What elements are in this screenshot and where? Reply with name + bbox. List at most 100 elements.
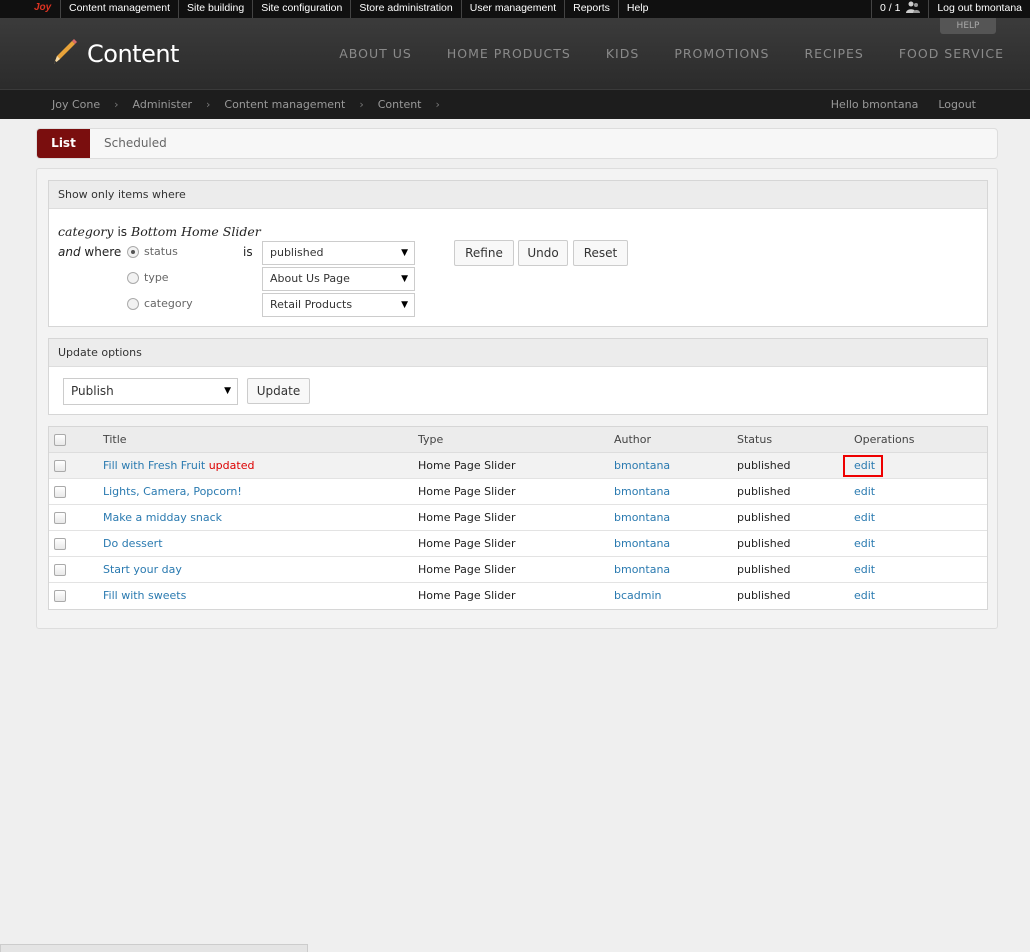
row-checkbox[interactable] [54, 590, 66, 602]
breadcrumb-item-content-management[interactable]: Content management [224, 98, 345, 111]
online-users[interactable]: 0 / 1 [870, 0, 928, 18]
row-status: published [737, 485, 791, 498]
nav-item-about-us[interactable]: ABOUT US [339, 46, 412, 61]
tab-scheduled[interactable]: Scheduled [104, 129, 167, 158]
breadcrumb-bar: Joy Cone › Administer › Content management… [0, 89, 1030, 119]
reset-button[interactable]: Reset [573, 240, 628, 266]
and-where-label: and where [58, 245, 121, 259]
filter-radio-category[interactable]: category [127, 297, 193, 310]
breadcrumb-item-administer[interactable]: Administer [133, 98, 192, 111]
type-select[interactable]: About Us Page ▼ [262, 267, 415, 291]
table-header: Title Type Author Status Operations [49, 427, 987, 453]
row-type: Home Page Slider [418, 511, 516, 524]
admin-menu-item-user-management[interactable]: User management [460, 0, 564, 18]
row-checkbox[interactable] [54, 460, 66, 472]
select-all-checkbox[interactable] [54, 434, 66, 446]
row-edit-link[interactable]: edit [854, 453, 875, 479]
row-type: Home Page Slider [418, 485, 516, 498]
current-filter-is: is [117, 225, 128, 239]
column-header-operations: Operations [854, 433, 915, 446]
admin-menu: Content management Site building Site co… [60, 0, 656, 18]
joy-logo-icon[interactable]: Joy [34, 2, 51, 13]
row-title-link[interactable]: Start your day [103, 557, 182, 583]
row-author-link[interactable]: bmontana [614, 453, 670, 479]
row-type: Home Page Slider [418, 589, 516, 602]
refine-button[interactable]: Refine [454, 240, 514, 266]
radio-button[interactable] [127, 271, 139, 284]
admin-menu-item-site-building[interactable]: Site building [177, 0, 252, 18]
logout-link[interactable]: Logout [938, 98, 976, 111]
filter-radio-status[interactable]: status [127, 245, 178, 258]
filter-radio-type[interactable]: type [127, 271, 169, 284]
help-tab[interactable]: HELP [940, 18, 996, 34]
admin-menu-item-content-management[interactable]: Content management [60, 0, 178, 18]
row-author-link[interactable]: bmontana [614, 557, 670, 583]
row-title-link[interactable]: Do dessert [103, 531, 163, 557]
nav-item-kids[interactable]: KIDS [606, 46, 639, 61]
row-title-link[interactable]: Lights, Camera, Popcorn! [103, 479, 242, 505]
row-checkbox[interactable] [54, 486, 66, 498]
row-title-link[interactable]: Make a midday snack [103, 505, 222, 531]
where-label: where [84, 245, 122, 259]
row-status: published [737, 537, 791, 550]
status-select[interactable]: published ▼ [262, 241, 415, 265]
hello-user-link[interactable]: Hello bmontana [831, 98, 919, 111]
browser-status-bar [0, 944, 308, 952]
admin-menu-item-reports[interactable]: Reports [564, 0, 618, 18]
column-header-title[interactable]: Title [103, 427, 127, 453]
filter-legend[interactable]: Show only items where [49, 181, 987, 209]
nav-item-promotions[interactable]: PROMOTIONS [674, 46, 769, 61]
undo-button[interactable]: Undo [518, 240, 568, 266]
row-edit-link[interactable]: edit [854, 531, 875, 557]
row-author-link[interactable]: bcadmin [614, 583, 662, 609]
filter-radio-label: type [144, 271, 169, 284]
nav-item-recipes[interactable]: RECIPES [804, 46, 863, 61]
admin-menu-bar: Joy Content management Site building Sit… [0, 0, 1030, 18]
row-edit-link[interactable]: edit [854, 505, 875, 531]
is-label: is [243, 245, 253, 259]
row-author-link[interactable]: bmontana [614, 479, 670, 505]
row-edit-link[interactable]: edit [854, 583, 875, 609]
radio-button[interactable] [127, 297, 139, 310]
row-title-link[interactable]: Fill with Fresh Fruit [103, 459, 205, 472]
breadcrumb-item-content[interactable]: Content [378, 98, 422, 111]
update-action-select[interactable]: Publish ▼ [63, 378, 238, 405]
table-row: Do dessert Home Page Slider bmontana pub… [49, 531, 987, 557]
nav-item-home-products[interactable]: HOME PRODUCTS [447, 46, 571, 61]
row-title: Fill with Fresh Fruit updated [103, 453, 254, 479]
content-panel: Show only items where category is Bottom… [36, 168, 998, 629]
row-checkbox[interactable] [54, 564, 66, 576]
dropdown-arrow-icon: ▼ [224, 386, 231, 396]
row-title-link[interactable]: Fill with sweets [103, 583, 186, 609]
row-author-link[interactable]: bmontana [614, 505, 670, 531]
content-table: Title Type Author Status Operations Fill… [48, 426, 988, 610]
admin-menu-item-site-configuration[interactable]: Site configuration [252, 0, 350, 18]
category-select-value: Retail Products [270, 298, 353, 311]
row-author-link[interactable]: bmontana [614, 531, 670, 557]
row-checkbox[interactable] [54, 512, 66, 524]
column-header-author[interactable]: Author [614, 427, 651, 453]
row-edit-link[interactable]: edit [854, 479, 875, 505]
update-button[interactable]: Update [247, 378, 310, 404]
row-type: Home Page Slider [418, 459, 516, 472]
breadcrumb-item-joy-cone[interactable]: Joy Cone [52, 98, 100, 111]
column-header-status[interactable]: Status [737, 427, 772, 453]
update-action-value: Publish [71, 384, 114, 398]
admin-menu-item-help[interactable]: Help [617, 0, 657, 18]
update-options-legend[interactable]: Update options [49, 339, 987, 367]
current-filter-value: Bottom Home Slider [131, 224, 261, 239]
nav-item-food-service[interactable]: FOOD SERVICE [899, 46, 1004, 61]
admin-logout-link[interactable]: Log out bmontana [928, 0, 1030, 18]
row-checkbox[interactable] [54, 538, 66, 550]
dropdown-arrow-icon: ▼ [401, 248, 408, 258]
row-type: Home Page Slider [418, 563, 516, 576]
tab-list[interactable]: List [37, 129, 90, 158]
page-title: Content [87, 40, 179, 68]
category-select[interactable]: Retail Products ▼ [262, 293, 415, 317]
row-edit-link[interactable]: edit [854, 557, 875, 583]
radio-button-checked[interactable] [127, 245, 139, 258]
column-header-type[interactable]: Type [418, 427, 443, 453]
breadcrumb-separator-icon: › [435, 98, 440, 111]
filter-fieldset: Show only items where category is Bottom… [48, 180, 988, 327]
admin-menu-item-store-administration[interactable]: Store administration [350, 0, 460, 18]
